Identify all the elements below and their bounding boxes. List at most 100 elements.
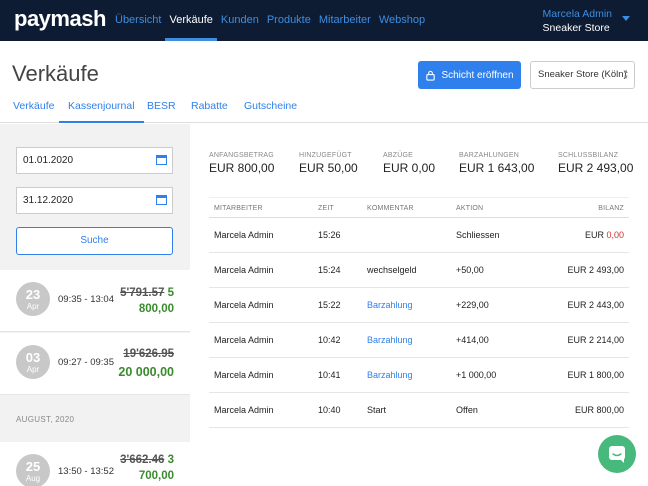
column-header[interactable]: BILANZ (598, 205, 624, 212)
journal-item[interactable]: 25 Aug 13:50 - 13:52 3'662.46 3 700,00 (0, 442, 190, 486)
summary-label: BARZAHLUNGEN (459, 152, 519, 159)
cell-time: 15:24 (318, 265, 341, 275)
calendar-icon[interactable] (156, 195, 167, 205)
date-badge: 23 Apr (16, 282, 50, 316)
summary-label: SCHLUSSBILANZ (558, 152, 619, 159)
date-badge-month: Aug (25, 474, 41, 483)
date-badge-day: 03 (25, 350, 41, 365)
cell-balance: EUR 0,00 (585, 230, 624, 240)
cell-employee: Marcela Admin (214, 230, 274, 240)
search-button[interactable]: Suche (16, 227, 173, 255)
cell-balance: EUR 1 800,00 (567, 370, 624, 380)
summary-value: EUR 2 493,00 (558, 161, 634, 175)
column-header[interactable]: ZEIT (318, 205, 334, 212)
date-to-value: 31.12.2020 (23, 195, 74, 206)
table-row[interactable]: Marcela Admin 10:41 Barzahlung +1 000,00… (209, 358, 629, 393)
open-shift-label: Schicht eröffnen (441, 69, 514, 81)
nav-item-mitarbeiter[interactable]: Mitarbeiter (315, 0, 375, 41)
date-badge-day: 23 (25, 287, 41, 302)
table-row[interactable]: Marcela Admin 15:26 Schliessen EUR 0,00 (209, 218, 629, 253)
top-navigation-bar: paymash Übersicht Verkäufe Kunden Produk… (0, 0, 648, 41)
cell-balance: EUR 2 493,00 (567, 265, 624, 275)
cell-action: +414,00 (456, 335, 489, 345)
journal-item[interactable]: 23 Apr 09:35 - 13:04 5'791.57 5 800,00 (0, 270, 190, 332)
journal-item[interactable]: 03 Apr 09:27 - 09:35 19'626.95 20 000,00 (0, 333, 190, 395)
journal-new-amount: 800,00 (138, 303, 174, 315)
journal-old-amount: 3'662.46 (120, 454, 165, 466)
journal-new-amount: 700,00 (138, 470, 174, 482)
cell-action: +1 000,00 (456, 370, 497, 380)
open-shift-button[interactable]: Schicht eröffnen (418, 61, 521, 89)
user-menu[interactable]: Marcela Admin Sneaker Store (543, 8, 612, 34)
tab-besr[interactable]: BESR (147, 92, 176, 123)
summary-value: EUR 1 643,00 (459, 161, 535, 175)
nav-item-kunden[interactable]: Kunden (217, 0, 263, 41)
nav-item-produkte[interactable]: Produkte (263, 0, 315, 41)
tab-verkaeufe[interactable]: Verkäufe (13, 92, 54, 123)
journal-new-amount: 20 000,00 (118, 365, 174, 379)
table-header: MITARBEITER ZEIT KOMMENTAR AKTION BILANZ (209, 197, 629, 218)
summary-value: EUR 50,00 (299, 161, 358, 175)
cell-comment-link[interactable]: Barzahlung (367, 300, 413, 310)
nav-item-uebersicht[interactable]: Übersicht (111, 0, 165, 41)
sub-tabs: Verkäufe Kassenjournal BESR Rabatte Guts… (0, 92, 648, 123)
lock-icon (426, 70, 436, 81)
user-store: Sneaker Store (542, 22, 610, 34)
journal-old-amount: 5'791.57 (120, 287, 165, 299)
cell-balance: EUR 2 443,00 (567, 300, 624, 310)
cell-action: Schliessen (456, 230, 500, 240)
tab-gutscheine[interactable]: Gutscheine (244, 92, 297, 123)
calendar-icon[interactable] (156, 155, 167, 165)
cell-action: +50,00 (456, 265, 484, 275)
summary-value: EUR 800,00 (209, 161, 275, 175)
tab-rabatte[interactable]: Rabatte (191, 92, 228, 123)
cell-time: 15:26 (318, 230, 341, 240)
journal-amounts: 3'662.46 3 (120, 454, 174, 466)
cell-employee: Marcela Admin (214, 300, 274, 310)
journal-time-range: 09:27 - 09:35 (58, 357, 114, 368)
tab-kassenjournal[interactable]: Kassenjournal (59, 92, 144, 123)
cell-time: 15:22 (318, 300, 341, 310)
column-header[interactable]: MITARBEITER (214, 205, 263, 212)
column-header[interactable]: KOMMENTAR (367, 205, 414, 212)
summary-label: ANFANGSBETRAG (209, 152, 274, 159)
cell-time: 10:42 (318, 335, 341, 345)
nav-item-verkaeufe[interactable]: Verkäufe (165, 0, 218, 41)
journal-new-amount-part: 5 (167, 287, 174, 299)
cell-employee: Marcela Admin (214, 370, 274, 380)
cell-action: Offen (456, 405, 478, 415)
cell-time: 10:41 (318, 370, 341, 380)
cell-comment: wechselgeld (367, 265, 417, 275)
chevron-down-icon[interactable] (622, 16, 630, 21)
date-badge-day: 25 (25, 459, 41, 474)
main-nav: Übersicht Verkäufe Kunden Produkte Mitar… (111, 0, 429, 41)
paymash-logo[interactable]: paymash (14, 6, 106, 32)
journal-new-amount-part: 3 (167, 454, 174, 466)
column-header[interactable]: AKTION (456, 205, 483, 212)
chat-button[interactable] (598, 435, 636, 473)
summary-value: EUR 0,00 (383, 161, 436, 175)
table-row[interactable]: Marcela Admin 10:42 Barzahlung +414,00 E… (209, 323, 629, 358)
table-row[interactable]: Marcela Admin 15:24 wechselgeld +50,00 E… (209, 253, 629, 288)
date-from-value: 01.01.2020 (23, 155, 74, 166)
user-name: Marcela Admin (542, 8, 612, 20)
date-from-input[interactable]: 01.01.2020 (16, 147, 173, 174)
balance-prefix: EUR (584, 230, 607, 240)
cell-balance: EUR 2 214,00 (567, 335, 624, 345)
select-arrows-icon: ▲ ▼ (623, 69, 629, 81)
cell-comment-link[interactable]: Barzahlung (367, 335, 413, 345)
journal-old-amount: 19'626.95 (123, 348, 174, 360)
cell-employee: Marcela Admin (214, 265, 274, 275)
table-row[interactable]: Marcela Admin 10:40 Start Offen EUR 800,… (209, 393, 629, 428)
month-group-label: AUGUST, 2020 (16, 415, 75, 424)
cell-comment-link[interactable]: Barzahlung (367, 370, 413, 380)
store-select[interactable]: Sneaker Store (Köln) ▲ ▼ (530, 61, 635, 89)
summary-label: ABZÜGE (383, 152, 413, 159)
chat-icon (609, 446, 625, 463)
nav-item-webshop[interactable]: Webshop (375, 0, 429, 41)
journal-time-range: 09:35 - 13:04 (58, 294, 114, 305)
date-to-input[interactable]: 31.12.2020 (16, 187, 173, 214)
page-title: Verkäufe (12, 61, 99, 86)
table-row[interactable]: Marcela Admin 15:22 Barzahlung +229,00 E… (209, 288, 629, 323)
date-badge-month: Apr (26, 365, 40, 374)
